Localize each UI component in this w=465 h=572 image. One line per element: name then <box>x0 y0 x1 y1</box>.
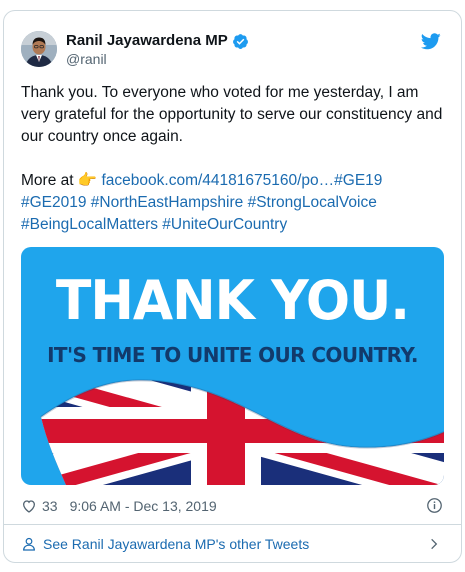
tweet-meta: 33 9:06 AM - Dec 13, 2019 <box>21 496 445 516</box>
author-display-name-row[interactable]: Ranil Jayawardena MP <box>66 32 249 50</box>
tweet-media-image[interactable]: THANK YOU. IT'S TIME TO UNITE OUR COUNTR… <box>21 247 444 485</box>
twitter-bird-icon[interactable] <box>421 33 441 50</box>
info-icon[interactable] <box>426 497 443 514</box>
pointing-hand-emoji: 👉 <box>77 172 98 189</box>
facebook-link[interactable]: facebook.com/44181675160/po… <box>101 172 334 189</box>
person-icon <box>23 537 35 551</box>
author-display-name[interactable]: Ranil Jayawardena MP <box>66 32 228 50</box>
author-handle[interactable]: @ranil <box>66 51 249 68</box>
tweet-text: Thank you. To everyone who voted for me … <box>21 82 447 236</box>
divider <box>4 524 461 525</box>
author-names: Ranil Jayawardena MP @ranil <box>66 32 249 68</box>
see-other-tweets-link[interactable]: See Ranil Jayawardena MP's other Tweets <box>21 530 445 558</box>
see-other-tweets-label[interactable]: See Ranil Jayawardena MP's other Tweets <box>43 536 309 552</box>
tweet-header: Ranil Jayawardena MP @ranil <box>21 31 445 71</box>
tweet-card: Ranil Jayawardena MP @ranil Thank you. T… <box>3 10 462 563</box>
tweet-paragraph: Thank you. To everyone who voted for me … <box>21 84 443 145</box>
more-prefix: More at <box>21 172 78 189</box>
heart-icon <box>22 500 36 513</box>
like-count: 33 <box>42 498 58 514</box>
media-subtitle: IT'S TIME TO UNITE OUR COUNTRY. <box>47 343 418 367</box>
like-button[interactable]: 33 <box>21 498 58 514</box>
tweet-timestamp[interactable]: 9:06 AM - Dec 13, 2019 <box>70 498 217 514</box>
tweet-more-paragraph: More at 👉 facebook.com/44181675160/po…#G… <box>21 170 447 236</box>
verified-badge-icon <box>232 33 248 49</box>
chevron-right-icon[interactable] <box>427 537 441 551</box>
avatar[interactable] <box>21 31 57 67</box>
media-title: THANK YOU. <box>55 269 410 333</box>
